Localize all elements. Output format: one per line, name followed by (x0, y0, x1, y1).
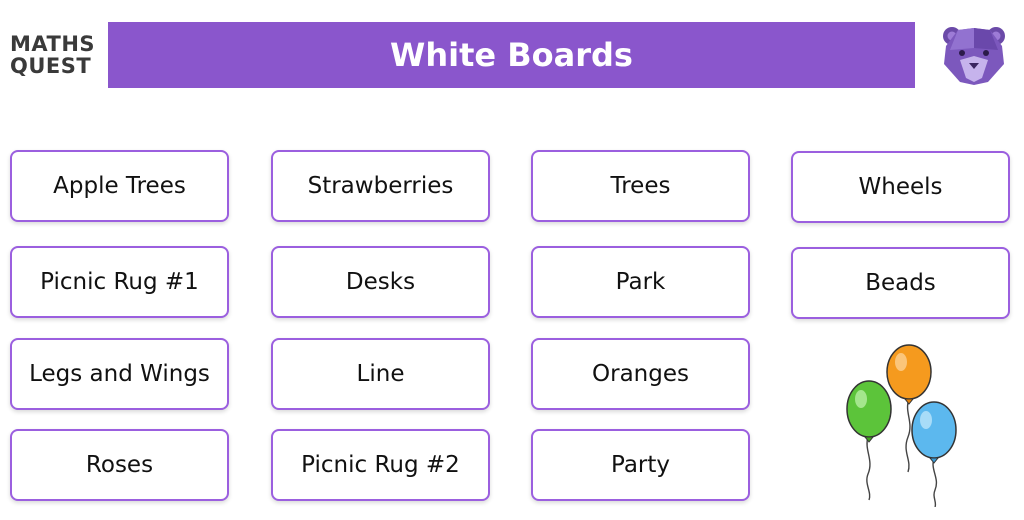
card-picnic-rug-1[interactable]: Picnic Rug #1 (10, 246, 229, 318)
card-party[interactable]: Party (531, 429, 750, 501)
header-banner: White Boards (108, 22, 915, 88)
card-apple-trees[interactable]: Apple Trees (10, 150, 229, 222)
logo-line-2: QUEST (10, 54, 92, 78)
page-title: White Boards (390, 36, 633, 74)
card-strawberries[interactable]: Strawberries (271, 150, 490, 222)
card-legs-and-wings[interactable]: Legs and Wings (10, 338, 229, 410)
card-roses[interactable]: Roses (10, 429, 229, 501)
card-desks[interactable]: Desks (271, 246, 490, 318)
bear-mascot-icon (943, 27, 1005, 85)
maths-quest-logo: MATHS QUEST (10, 33, 95, 77)
card-beads[interactable]: Beads (791, 247, 1010, 319)
card-picnic-rug-2[interactable]: Picnic Rug #2 (271, 429, 490, 501)
card-oranges[interactable]: Oranges (531, 338, 750, 410)
card-trees[interactable]: Trees (531, 150, 750, 222)
logo-line-1: MATHS (10, 32, 96, 56)
card-wheels[interactable]: Wheels (791, 151, 1010, 223)
balloons-icon (846, 344, 957, 507)
card-line[interactable]: Line (271, 338, 490, 410)
card-park[interactable]: Park (531, 246, 750, 318)
